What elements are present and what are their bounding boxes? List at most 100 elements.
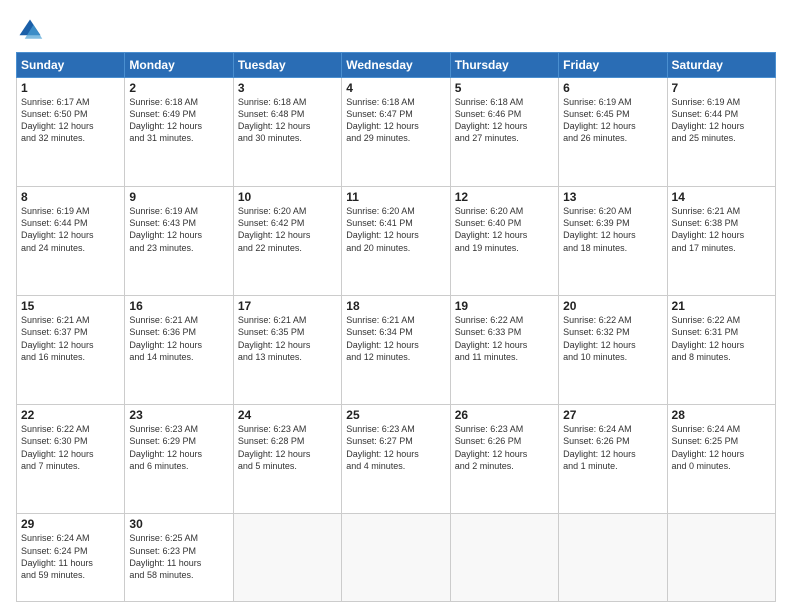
day-number: 5 — [455, 81, 554, 95]
calendar-header-cell: Wednesday — [342, 53, 450, 78]
day-number: 23 — [129, 408, 228, 422]
calendar-day-cell: 18Sunrise: 6:21 AM Sunset: 6:34 PM Dayli… — [342, 296, 450, 405]
calendar-header-cell: Saturday — [667, 53, 775, 78]
calendar-week-row: 22Sunrise: 6:22 AM Sunset: 6:30 PM Dayli… — [17, 405, 776, 514]
day-number: 26 — [455, 408, 554, 422]
day-info: Sunrise: 6:22 AM Sunset: 6:32 PM Dayligh… — [563, 314, 662, 363]
calendar-day-cell: 21Sunrise: 6:22 AM Sunset: 6:31 PM Dayli… — [667, 296, 775, 405]
calendar-day-cell — [342, 514, 450, 602]
day-info: Sunrise: 6:24 AM Sunset: 6:25 PM Dayligh… — [672, 423, 771, 472]
calendar-day-cell — [233, 514, 341, 602]
calendar-day-cell: 19Sunrise: 6:22 AM Sunset: 6:33 PM Dayli… — [450, 296, 558, 405]
day-info: Sunrise: 6:21 AM Sunset: 6:38 PM Dayligh… — [672, 205, 771, 254]
day-info: Sunrise: 6:22 AM Sunset: 6:33 PM Dayligh… — [455, 314, 554, 363]
day-number: 16 — [129, 299, 228, 313]
day-info: Sunrise: 6:23 AM Sunset: 6:28 PM Dayligh… — [238, 423, 337, 472]
calendar-day-cell — [559, 514, 667, 602]
day-number: 20 — [563, 299, 662, 313]
calendar-day-cell: 14Sunrise: 6:21 AM Sunset: 6:38 PM Dayli… — [667, 187, 775, 296]
day-info: Sunrise: 6:21 AM Sunset: 6:37 PM Dayligh… — [21, 314, 120, 363]
day-info: Sunrise: 6:23 AM Sunset: 6:29 PM Dayligh… — [129, 423, 228, 472]
header — [16, 16, 776, 44]
calendar-day-cell — [450, 514, 558, 602]
day-info: Sunrise: 6:18 AM Sunset: 6:49 PM Dayligh… — [129, 96, 228, 145]
calendar-week-row: 15Sunrise: 6:21 AM Sunset: 6:37 PM Dayli… — [17, 296, 776, 405]
day-info: Sunrise: 6:20 AM Sunset: 6:40 PM Dayligh… — [455, 205, 554, 254]
day-number: 6 — [563, 81, 662, 95]
day-info: Sunrise: 6:18 AM Sunset: 6:48 PM Dayligh… — [238, 96, 337, 145]
day-number: 10 — [238, 190, 337, 204]
day-info: Sunrise: 6:23 AM Sunset: 6:27 PM Dayligh… — [346, 423, 445, 472]
day-info: Sunrise: 6:17 AM Sunset: 6:50 PM Dayligh… — [21, 96, 120, 145]
calendar-week-row: 8Sunrise: 6:19 AM Sunset: 6:44 PM Daylig… — [17, 187, 776, 296]
day-number: 3 — [238, 81, 337, 95]
calendar-header-cell: Monday — [125, 53, 233, 78]
calendar-day-cell: 20Sunrise: 6:22 AM Sunset: 6:32 PM Dayli… — [559, 296, 667, 405]
day-number: 19 — [455, 299, 554, 313]
calendar-body: 1Sunrise: 6:17 AM Sunset: 6:50 PM Daylig… — [17, 78, 776, 602]
day-info: Sunrise: 6:18 AM Sunset: 6:46 PM Dayligh… — [455, 96, 554, 145]
calendar-table: SundayMondayTuesdayWednesdayThursdayFrid… — [16, 52, 776, 602]
calendar-day-cell: 24Sunrise: 6:23 AM Sunset: 6:28 PM Dayli… — [233, 405, 341, 514]
day-info: Sunrise: 6:20 AM Sunset: 6:42 PM Dayligh… — [238, 205, 337, 254]
calendar-day-cell: 8Sunrise: 6:19 AM Sunset: 6:44 PM Daylig… — [17, 187, 125, 296]
calendar-day-cell: 2Sunrise: 6:18 AM Sunset: 6:49 PM Daylig… — [125, 78, 233, 187]
day-info: Sunrise: 6:24 AM Sunset: 6:26 PM Dayligh… — [563, 423, 662, 472]
day-number: 9 — [129, 190, 228, 204]
day-info: Sunrise: 6:20 AM Sunset: 6:41 PM Dayligh… — [346, 205, 445, 254]
calendar-day-cell: 26Sunrise: 6:23 AM Sunset: 6:26 PM Dayli… — [450, 405, 558, 514]
day-info: Sunrise: 6:21 AM Sunset: 6:34 PM Dayligh… — [346, 314, 445, 363]
calendar-day-cell: 22Sunrise: 6:22 AM Sunset: 6:30 PM Dayli… — [17, 405, 125, 514]
calendar-header-cell: Friday — [559, 53, 667, 78]
day-number: 13 — [563, 190, 662, 204]
calendar-day-cell: 10Sunrise: 6:20 AM Sunset: 6:42 PM Dayli… — [233, 187, 341, 296]
page: SundayMondayTuesdayWednesdayThursdayFrid… — [0, 0, 792, 612]
day-info: Sunrise: 6:25 AM Sunset: 6:23 PM Dayligh… — [129, 532, 228, 581]
calendar-header-cell: Tuesday — [233, 53, 341, 78]
calendar-day-cell: 13Sunrise: 6:20 AM Sunset: 6:39 PM Dayli… — [559, 187, 667, 296]
calendar-day-cell: 15Sunrise: 6:21 AM Sunset: 6:37 PM Dayli… — [17, 296, 125, 405]
calendar-day-cell: 17Sunrise: 6:21 AM Sunset: 6:35 PM Dayli… — [233, 296, 341, 405]
day-info: Sunrise: 6:19 AM Sunset: 6:44 PM Dayligh… — [672, 96, 771, 145]
calendar-header-cell: Sunday — [17, 53, 125, 78]
day-number: 21 — [672, 299, 771, 313]
calendar-day-cell: 6Sunrise: 6:19 AM Sunset: 6:45 PM Daylig… — [559, 78, 667, 187]
logo — [16, 16, 48, 44]
day-number: 18 — [346, 299, 445, 313]
day-number: 25 — [346, 408, 445, 422]
calendar-week-row: 1Sunrise: 6:17 AM Sunset: 6:50 PM Daylig… — [17, 78, 776, 187]
calendar-day-cell: 28Sunrise: 6:24 AM Sunset: 6:25 PM Dayli… — [667, 405, 775, 514]
day-number: 11 — [346, 190, 445, 204]
day-number: 22 — [21, 408, 120, 422]
day-number: 30 — [129, 517, 228, 531]
calendar-day-cell: 25Sunrise: 6:23 AM Sunset: 6:27 PM Dayli… — [342, 405, 450, 514]
day-info: Sunrise: 6:22 AM Sunset: 6:31 PM Dayligh… — [672, 314, 771, 363]
day-info: Sunrise: 6:19 AM Sunset: 6:44 PM Dayligh… — [21, 205, 120, 254]
day-number: 28 — [672, 408, 771, 422]
day-info: Sunrise: 6:19 AM Sunset: 6:43 PM Dayligh… — [129, 205, 228, 254]
calendar-day-cell: 27Sunrise: 6:24 AM Sunset: 6:26 PM Dayli… — [559, 405, 667, 514]
day-number: 29 — [21, 517, 120, 531]
day-info: Sunrise: 6:24 AM Sunset: 6:24 PM Dayligh… — [21, 532, 120, 581]
day-number: 14 — [672, 190, 771, 204]
day-info: Sunrise: 6:20 AM Sunset: 6:39 PM Dayligh… — [563, 205, 662, 254]
day-number: 24 — [238, 408, 337, 422]
day-info: Sunrise: 6:19 AM Sunset: 6:45 PM Dayligh… — [563, 96, 662, 145]
logo-icon — [16, 16, 44, 44]
calendar-day-cell: 9Sunrise: 6:19 AM Sunset: 6:43 PM Daylig… — [125, 187, 233, 296]
calendar-day-cell: 5Sunrise: 6:18 AM Sunset: 6:46 PM Daylig… — [450, 78, 558, 187]
day-number: 1 — [21, 81, 120, 95]
calendar-week-row: 29Sunrise: 6:24 AM Sunset: 6:24 PM Dayli… — [17, 514, 776, 602]
calendar-day-cell: 30Sunrise: 6:25 AM Sunset: 6:23 PM Dayli… — [125, 514, 233, 602]
day-number: 12 — [455, 190, 554, 204]
calendar-header-row: SundayMondayTuesdayWednesdayThursdayFrid… — [17, 53, 776, 78]
day-number: 15 — [21, 299, 120, 313]
day-info: Sunrise: 6:21 AM Sunset: 6:36 PM Dayligh… — [129, 314, 228, 363]
day-info: Sunrise: 6:22 AM Sunset: 6:30 PM Dayligh… — [21, 423, 120, 472]
calendar-day-cell: 4Sunrise: 6:18 AM Sunset: 6:47 PM Daylig… — [342, 78, 450, 187]
day-info: Sunrise: 6:18 AM Sunset: 6:47 PM Dayligh… — [346, 96, 445, 145]
calendar-day-cell: 12Sunrise: 6:20 AM Sunset: 6:40 PM Dayli… — [450, 187, 558, 296]
calendar-day-cell: 29Sunrise: 6:24 AM Sunset: 6:24 PM Dayli… — [17, 514, 125, 602]
calendar-day-cell: 11Sunrise: 6:20 AM Sunset: 6:41 PM Dayli… — [342, 187, 450, 296]
day-info: Sunrise: 6:21 AM Sunset: 6:35 PM Dayligh… — [238, 314, 337, 363]
